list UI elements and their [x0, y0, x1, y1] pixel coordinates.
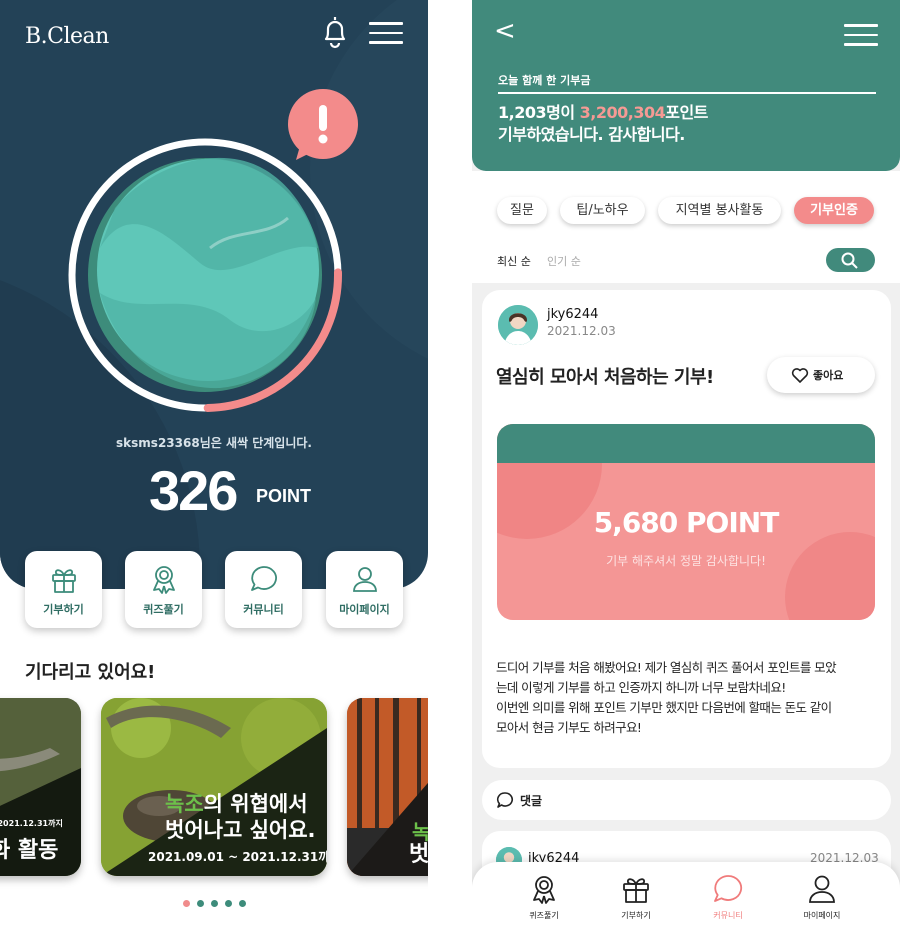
- like-label: 좋아요: [813, 369, 844, 382]
- tab-local-volunteer[interactable]: 지역별 봉사활동: [658, 197, 781, 224]
- award-icon: [153, 566, 175, 594]
- avatar[interactable]: [498, 305, 538, 345]
- hamburger-menu-icon[interactable]: [369, 22, 403, 46]
- tabbar-quiz[interactable]: 퀴즈풀기: [514, 870, 574, 922]
- alert-icon[interactable]: [288, 89, 358, 160]
- mypage-button[interactable]: 마이페이지: [326, 551, 403, 628]
- comment-label: 댓글: [520, 794, 543, 808]
- donate-label: 기부하기: [43, 603, 84, 616]
- campaign-date: 2021.09.01 ~ 2021.12.31까지: [148, 850, 327, 864]
- donation-point-card: 5,680 POINT 기부 해주셔서 정말 감사합니다!: [497, 424, 875, 620]
- sort-popular[interactable]: 인기 순: [547, 253, 581, 269]
- campaign-card[interactable]: ~ 2021.12.31까지 화 활동: [0, 698, 81, 876]
- gift-icon: [623, 878, 649, 903]
- donated-point-amount: 5,680 POINT: [593, 506, 780, 539]
- donate-button[interactable]: 기부하기: [25, 551, 102, 628]
- post-username[interactable]: jky6244: [547, 307, 598, 322]
- chat-bubble-icon: [251, 566, 277, 591]
- donation-points: 3,200,304: [579, 103, 666, 122]
- donation-title: 오늘 함께 한 기부금: [498, 74, 591, 87]
- post-title: 열심히 모아서 처음하는 기부!: [496, 367, 714, 388]
- mypage-label: 마이페이지: [339, 603, 390, 616]
- tab-tips[interactable]: 팁/노하우: [560, 197, 645, 224]
- quiz-label: 퀴즈풀기: [143, 603, 184, 616]
- tabbar-mypage[interactable]: 마이페이지: [792, 870, 852, 922]
- pagination-dot[interactable]: [225, 900, 232, 907]
- point-value: 326: [149, 459, 238, 522]
- tab-donation-proof[interactable]: 기부인증: [794, 197, 874, 224]
- quiz-button[interactable]: 퀴즈풀기: [125, 551, 202, 628]
- tabbar-donate[interactable]: 기부하기: [606, 870, 666, 922]
- campaign-title: 화 활동: [0, 838, 59, 863]
- comment-icon: [496, 792, 514, 808]
- divider: [498, 92, 876, 94]
- user-status-text: sksms23368님은 새싹 단계입니다.: [116, 436, 312, 450]
- pagination-dot[interactable]: [197, 900, 204, 907]
- community-label: 커뮤니티: [243, 603, 284, 616]
- pagination-dot[interactable]: [239, 900, 246, 907]
- campaign-title-line2: 벗어나고 싶어요.: [165, 818, 316, 842]
- app-logo[interactable]: B.Clean: [25, 24, 109, 49]
- campaign-date: ~ 2021.12.31까지: [0, 819, 63, 828]
- user-icon: [809, 875, 835, 903]
- tabbar-community[interactable]: 커뮤니티: [698, 870, 758, 922]
- hero-panel: B.Clean sksms23368님은 새싹 단계입니다. 326 POINT: [0, 0, 428, 589]
- bottom-tab-bar: 퀴즈풀기 기부하기 커뮤니티 마이페이지: [472, 862, 900, 926]
- bell-icon[interactable]: [318, 14, 352, 50]
- award-icon: [533, 876, 555, 904]
- community-button[interactable]: 커뮤니티: [225, 551, 302, 628]
- user-icon: [353, 567, 377, 592]
- donation-summary: 1,203명이 3,200,304포인트 기부하였습니다. 감사합니다.: [498, 103, 708, 144]
- point-unit: POINT: [256, 486, 312, 506]
- pagination-dot[interactable]: [211, 900, 218, 907]
- campaign-card[interactable]: 녹조의 위협에서 벗어나고 싶어요. 2021.09.01 ~ 2021.12.…: [101, 698, 327, 876]
- gift-icon: [52, 569, 76, 593]
- tab-question[interactable]: 질문: [497, 197, 547, 224]
- home-screen: B.Clean sksms23368님은 새싹 단계입니다. 326 POINT…: [0, 0, 428, 926]
- progress-globe: [68, 89, 358, 412]
- back-arrow-icon[interactable]: <: [494, 16, 516, 46]
- like-button[interactable]: 좋아요: [767, 357, 875, 393]
- post-date: 2021.12.03: [547, 324, 616, 338]
- hamburger-menu-icon[interactable]: [844, 24, 878, 48]
- post-card[interactable]: jky6244 2021.12.03 열심히 모아서 처음하는 기부! 좋아요 …: [482, 290, 891, 768]
- comment-button[interactable]: 댓글: [482, 780, 891, 820]
- pagination-dot[interactable]: [183, 900, 190, 907]
- campaign-card[interactable]: 녹 벗: [347, 698, 428, 876]
- heart-icon: [791, 368, 809, 383]
- donation-header: < 오늘 함께 한 기부금 1,203명이 3,200,304포인트 기부하였습…: [472, 0, 900, 171]
- campaign-title-line2: 벗: [409, 842, 428, 867]
- search-icon: [841, 252, 858, 269]
- search-button[interactable]: [826, 248, 875, 272]
- sort-latest[interactable]: 최신 순: [497, 253, 531, 269]
- chat-bubble-icon: [714, 875, 743, 902]
- thanks-text: 기부 해주셔서 정말 감사합니다!: [606, 554, 766, 568]
- carousel-pagination: [183, 892, 253, 911]
- post-body: 드디어 기부를 처음 해봤어요! 제가 열심히 퀴즈 풀어서 포인트를 모았 는…: [496, 660, 837, 735]
- community-screen: < 오늘 함께 한 기부금 1,203명이 3,200,304포인트 기부하였습…: [472, 0, 900, 926]
- section-title: 기다리고 있어요!: [25, 662, 156, 683]
